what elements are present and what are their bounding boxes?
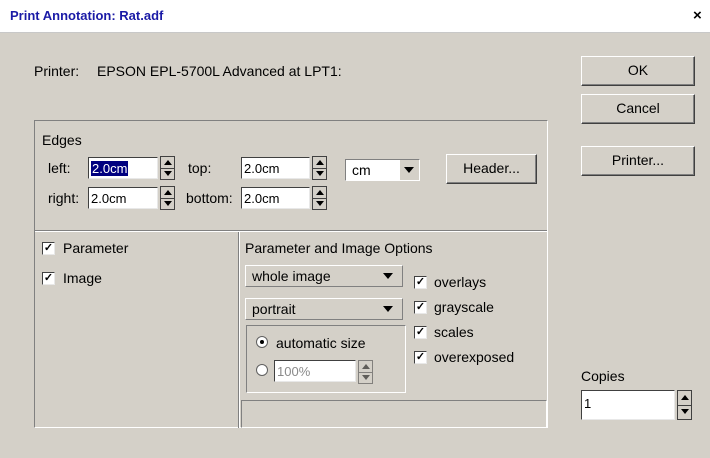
check-icon: ✓: [415, 326, 426, 338]
bottom-margin-stepper[interactable]: [312, 186, 327, 210]
left-margin-stepper[interactable]: [160, 156, 175, 180]
radio-dot-icon: [260, 340, 264, 344]
image-label: Image: [63, 270, 102, 286]
unit-select-value: cm: [352, 162, 371, 178]
window-title: Print Annotation: Rat.adf: [10, 8, 164, 23]
check-icon: ✓: [43, 242, 54, 254]
grayscale-checkbox[interactable]: ✓: [414, 301, 427, 314]
automatic-size-radio[interactable]: [256, 336, 268, 348]
check-icon: ✓: [415, 351, 426, 363]
orientation-select-value: portrait: [252, 301, 296, 317]
ok-button[interactable]: OK: [581, 56, 695, 86]
copies-stepper[interactable]: [677, 390, 692, 420]
chevron-down-icon: [383, 273, 393, 279]
top-margin-stepper[interactable]: [312, 156, 327, 180]
header-button[interactable]: Header...: [446, 154, 537, 184]
parameter-checkbox[interactable]: ✓: [42, 242, 55, 255]
check-icon: ✓: [43, 272, 54, 284]
overexposed-checkbox[interactable]: ✓: [414, 351, 427, 364]
right-margin-input[interactable]: 2.0cm: [88, 187, 158, 209]
automatic-size-label: automatic size: [276, 335, 366, 351]
image-checkbox[interactable]: ✓: [42, 272, 55, 285]
percent-stepper[interactable]: [358, 360, 373, 384]
edges-title: Edges: [42, 132, 82, 148]
overlays-checkbox[interactable]: ✓: [414, 276, 427, 289]
percent-size-radio[interactable]: [256, 364, 268, 376]
orientation-select[interactable]: portrait: [245, 298, 403, 320]
close-icon[interactable]: ×: [693, 7, 702, 24]
printer-name: EPSON EPL-5700L Advanced at LPT1:: [97, 63, 342, 79]
copies-input[interactable]: 1: [581, 390, 675, 420]
scales-checkbox[interactable]: ✓: [414, 326, 427, 339]
left-margin-input[interactable]: 2.0cm: [88, 157, 158, 179]
bottom-margin-input[interactable]: 2.0cm: [241, 187, 310, 209]
grayscale-label: grayscale: [434, 299, 494, 315]
edges-divider-highlight: [35, 231, 547, 232]
top-margin-input[interactable]: 2.0cm: [241, 157, 310, 179]
chevron-down-icon: [383, 306, 393, 312]
scales-label: scales: [434, 324, 474, 340]
printer-label: Printer:: [34, 63, 80, 79]
chevron-down-icon: [404, 167, 414, 173]
overexposed-label: overexposed: [434, 349, 515, 365]
percent-input[interactable]: 100%: [274, 360, 356, 382]
region-select-value: whole image: [252, 268, 331, 284]
options-footer-panel: [241, 400, 547, 428]
cancel-button[interactable]: Cancel: [581, 94, 695, 124]
check-icon: ✓: [415, 276, 426, 288]
overlays-label: overlays: [434, 274, 487, 290]
left-label: left:: [48, 160, 71, 176]
left-margin-value: 2.0cm: [91, 161, 129, 176]
section-divider-highlight: [239, 232, 240, 428]
printer-button[interactable]: Printer...: [581, 146, 695, 176]
right-margin-stepper[interactable]: [160, 186, 175, 210]
options-title: Parameter and Image Options: [245, 240, 433, 256]
region-select[interactable]: whole image: [245, 265, 403, 287]
right-label: right:: [48, 190, 80, 206]
top-label: top:: [188, 160, 212, 176]
check-icon: ✓: [415, 301, 426, 313]
parameter-label: Parameter: [63, 240, 129, 256]
bottom-label: bottom:: [186, 190, 233, 206]
copies-label: Copies: [581, 368, 625, 384]
unit-dropdown-button[interactable]: [399, 160, 419, 180]
